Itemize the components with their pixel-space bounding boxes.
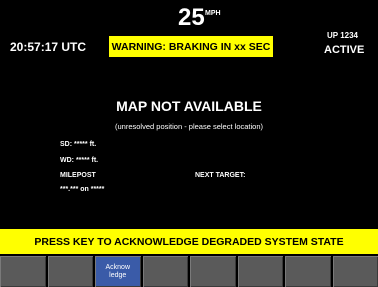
speed-value: 25 — [178, 4, 205, 31]
softkey-bar: Acknow ledge — [0, 256, 378, 287]
system-status: ACTIVE — [324, 44, 365, 56]
next-target-label: NEXT TARGET: — [195, 172, 246, 179]
train-id: UP 1234 — [327, 31, 358, 40]
softkey-8[interactable] — [332, 256, 378, 287]
acknowledge-label-line2: ledge — [109, 271, 127, 279]
softkey-1[interactable] — [0, 256, 46, 287]
wd-field: WD: ***** ft. — [60, 157, 99, 164]
acknowledge-button[interactable]: Acknow ledge — [95, 256, 141, 287]
softkey-5[interactable] — [190, 256, 236, 287]
sd-field: SD: ***** ft. — [60, 141, 97, 148]
speed-unit: MPH — [205, 10, 221, 17]
milepost-value: ***.*** on ***** — [60, 186, 105, 193]
map-status-title: MAP NOT AVAILABLE — [116, 98, 262, 114]
softkey-6[interactable] — [237, 256, 283, 287]
softkey-4[interactable] — [142, 256, 188, 287]
map-status-subtitle: (unresolved position - please select loc… — [115, 122, 263, 131]
milepost-label: MILEPOST — [60, 172, 96, 179]
softkey-7[interactable] — [285, 256, 331, 287]
clock: 20:57:17 UTC — [10, 40, 87, 54]
braking-warning-text: WARNING: BRAKING IN xx SEC — [111, 40, 271, 53]
braking-warning: WARNING: BRAKING IN xx SEC — [109, 36, 273, 57]
acknowledge-alert-text: PRESS KEY TO ACKNOWLEDGE DEGRADED SYSTEM… — [34, 235, 344, 248]
acknowledge-label-line1: Acknow — [105, 263, 130, 271]
softkey-2[interactable] — [47, 256, 93, 287]
acknowledge-alert-bar: PRESS KEY TO ACKNOWLEDGE DEGRADED SYSTEM… — [0, 229, 378, 254]
